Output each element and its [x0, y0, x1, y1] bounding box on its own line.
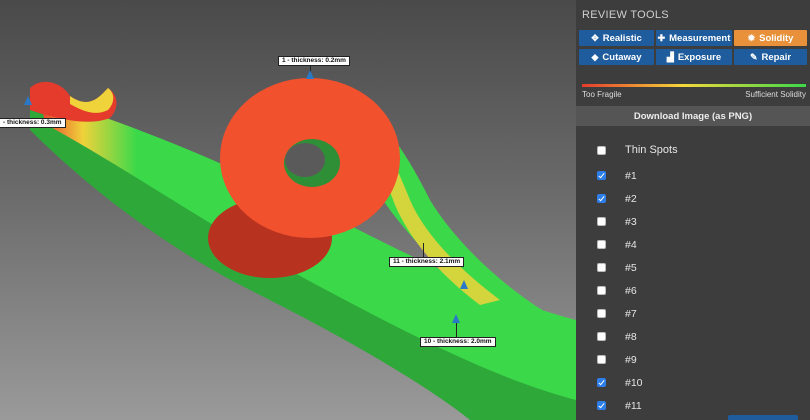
solidity-scale-bar	[582, 84, 806, 87]
thin-spot-label: #9	[625, 353, 637, 366]
scale-right-label: Sufficient Solidity	[745, 90, 806, 99]
thin-spot-row[interactable]: #4	[576, 233, 810, 256]
thin-spot-row[interactable]: #3	[576, 210, 810, 233]
panel-title: REVIEW TOOLS	[582, 9, 669, 21]
annotation-11: 11 - thickness: 2.1mm	[389, 257, 465, 267]
review-tools-panel: REVIEW TOOLS ✥ Realistic ✚ Measurement ✹ So…	[576, 0, 810, 420]
3d-viewport[interactable]: 1 - thickness: 0.2mm - thickness: 0.3mm …	[0, 0, 576, 420]
wrench-icon: ✎	[749, 51, 758, 62]
thin-spot-row[interactable]: #8	[576, 325, 810, 348]
select-all-checkbox[interactable]	[597, 145, 606, 155]
cube-icon: ◆	[591, 51, 599, 62]
thin-spot-row[interactable]: #9	[576, 348, 810, 371]
realistic-button[interactable]: ✥ Realistic	[579, 30, 654, 46]
thin-spot-label: #10	[625, 376, 643, 389]
repair-button[interactable]: ✎ Repair	[734, 49, 807, 65]
thin-spot-checkbox[interactable]	[597, 378, 606, 387]
chart-icon: ▟	[666, 51, 674, 62]
thin-spot-label: #2	[625, 192, 637, 205]
thin-spot-checkbox[interactable]	[597, 194, 606, 203]
thin-spot-checkbox[interactable]	[597, 309, 606, 318]
thin-spot-marker-icon[interactable]	[306, 70, 314, 79]
thin-spot-label: #6	[625, 284, 637, 297]
thin-spot-checkbox[interactable]	[597, 240, 606, 249]
thin-spot-checkbox[interactable]	[597, 217, 606, 226]
thin-spot-checkbox[interactable]	[597, 355, 606, 364]
cutaway-button[interactable]: ◆ Cutaway	[579, 49, 654, 65]
thin-spot-label: #7	[625, 307, 637, 320]
annotation-stem	[456, 323, 457, 337]
thin-spots-header: Thin Spots	[576, 138, 810, 162]
thin-spot-row[interactable]: #5	[576, 256, 810, 279]
move-icon: ✚	[657, 32, 666, 43]
annotation-left: - thickness: 0.3mm	[0, 118, 66, 128]
gear-icon: ✹	[747, 32, 756, 43]
measurement-button[interactable]: ✚ Measurement	[656, 30, 732, 46]
thin-spot-row[interactable]: #10	[576, 371, 810, 394]
crosshair-icon: ✥	[591, 32, 599, 43]
annotation-10: 10 - thickness: 2.0mm	[420, 337, 496, 347]
exposure-button[interactable]: ▟ Exposure	[656, 49, 732, 65]
thin-spot-marker-icon[interactable]	[24, 96, 32, 105]
thin-spot-checkbox[interactable]	[597, 286, 606, 295]
download-image-button[interactable]: Download Image (as PNG)	[576, 106, 810, 126]
thin-spot-label: #11	[625, 399, 642, 412]
thin-spot-checkbox[interactable]	[597, 171, 606, 180]
thin-spot-label: #4	[625, 238, 637, 251]
scale-left-label: Too Fragile	[582, 90, 622, 99]
thin-spot-checkbox[interactable]	[597, 263, 606, 272]
thin-spot-checkbox[interactable]	[597, 332, 606, 341]
solidity-button[interactable]: ✹ Solidity	[734, 30, 807, 46]
thin-spot-label: #5	[625, 261, 637, 274]
thin-spot-label: #1	[625, 169, 637, 182]
thin-spot-marker-icon[interactable]	[452, 314, 460, 323]
thin-spot-checkbox[interactable]	[597, 401, 606, 410]
panel-bottom-button[interactable]	[728, 415, 798, 420]
thin-spot-label: #8	[625, 330, 637, 343]
annotation-1: 1 - thickness: 0.2mm	[278, 56, 350, 66]
thin-spots-title: Thin Spots	[625, 144, 678, 156]
thin-spot-row[interactable]: #2	[576, 187, 810, 210]
thin-spot-row[interactable]: #11	[576, 394, 810, 417]
thin-spot-marker-icon[interactable]	[460, 280, 468, 289]
thin-spot-row[interactable]: #6	[576, 279, 810, 302]
thin-spot-row[interactable]: #7	[576, 302, 810, 325]
thin-spot-row[interactable]: #1	[576, 164, 810, 187]
thin-spot-label: #3	[625, 215, 637, 228]
